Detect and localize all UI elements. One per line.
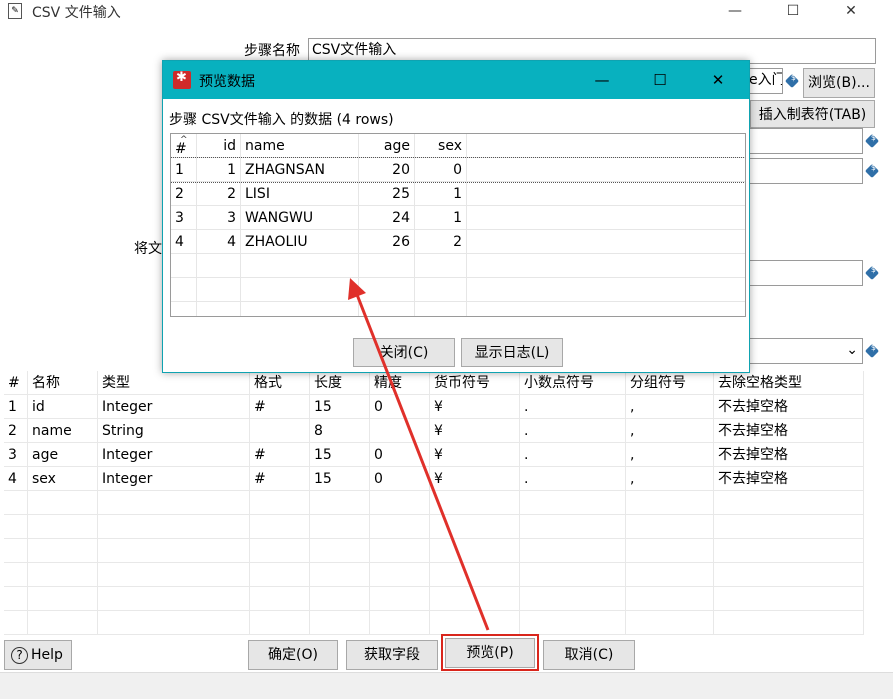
arrow-shaft (354, 291, 490, 631)
annotation-arrow (348, 278, 490, 631)
